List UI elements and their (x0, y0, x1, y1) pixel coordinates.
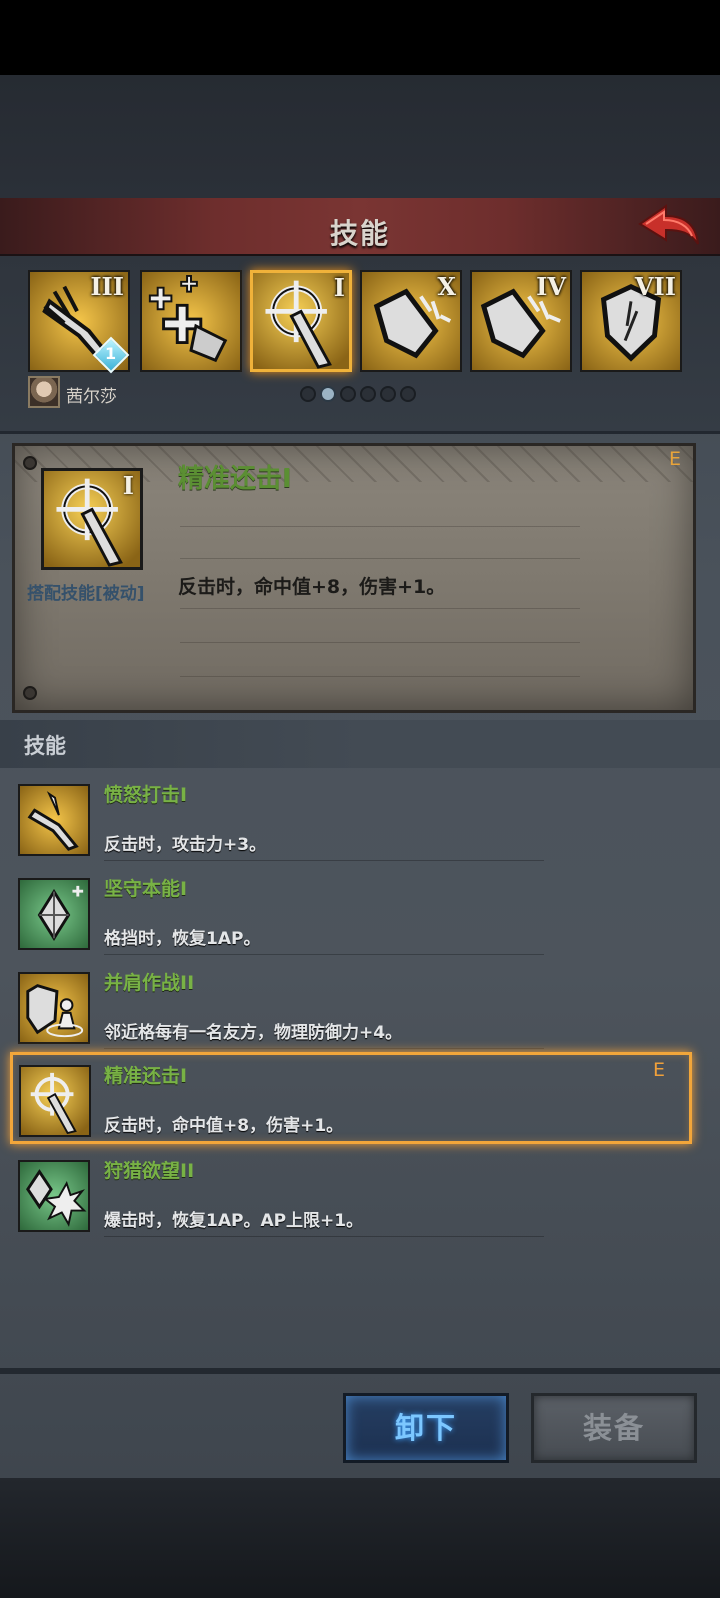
divider (180, 676, 580, 677)
skill-list-item[interactable]: 坚守本能I 格挡时，恢复1AP。 (8, 864, 708, 956)
skill-name: 并肩作战II (104, 972, 195, 994)
skill-slot-strip: III 1 I X IV VII 茜尔莎 (0, 256, 720, 434)
divider (104, 954, 544, 955)
page-dot-6[interactable] (400, 386, 416, 402)
skill-slot-4[interactable]: X (360, 270, 462, 372)
crosshair-sword-icon (19, 1065, 91, 1137)
page-indicator (300, 386, 420, 404)
bottom-background (0, 1478, 720, 1598)
divider (104, 1048, 544, 1049)
equipped-mark: E (652, 1059, 665, 1081)
status-bar-area (0, 0, 720, 75)
skill-list-item[interactable]: 狩猎欲望II 爆击时，恢复1AP。AP上限+1。 (8, 1146, 708, 1238)
rivet-icon (23, 686, 37, 700)
skill-description: 邻近格每有一名友方，物理防御力+4。 (104, 1023, 403, 1043)
background-dim (0, 75, 720, 198)
detail-skill-type: 搭配技能[被动] (27, 584, 145, 604)
detail-skill-name: 精准还击I (178, 464, 292, 494)
avatar[interactable] (28, 376, 60, 408)
skill-slot-5-level: IV (536, 272, 566, 301)
page-dot-2[interactable] (320, 386, 336, 402)
title-bar: 技能 (0, 198, 720, 256)
crystal-icon (18, 878, 90, 950)
rage-strike-icon (18, 784, 90, 856)
footer-divider (0, 1368, 720, 1374)
page-dot-5[interactable] (380, 386, 396, 402)
back-button[interactable] (636, 202, 702, 252)
detail-skill-level: I (122, 471, 134, 500)
detail-skill-icon: I (41, 468, 143, 570)
section-title: 技能 (24, 734, 66, 758)
skill-description: 反击时，命中值+8，伤害+1。 (104, 1116, 344, 1136)
divider (180, 526, 580, 527)
skill-name: 狩猎欲望II (104, 1160, 195, 1182)
skill-slot-4-level: X (437, 272, 456, 301)
skill-name: 愤怒打击I (104, 784, 188, 806)
divider (104, 860, 544, 861)
page-dot-4[interactable] (360, 386, 376, 402)
skill-slot-1-level: III (90, 272, 124, 301)
skill-list-item[interactable]: 愤怒打击I 反击时，攻击力+3。 (8, 770, 708, 862)
page-dot-3[interactable] (340, 386, 356, 402)
skill-name: 精准还击I (104, 1065, 188, 1087)
divider (104, 1236, 544, 1237)
skill-list-item-selected[interactable]: 精准还击I 反击时，命中值+8，伤害+1。 E (10, 1052, 692, 1144)
skill-description: 反击时，攻击力+3。 (104, 835, 267, 855)
skill-slot-6-level: VII (634, 272, 676, 301)
skill-name: 坚守本能I (104, 878, 188, 900)
skill-description: 爆击时，恢复1AP。AP上限+1。 (104, 1211, 364, 1231)
divider (180, 642, 580, 643)
unequip-button[interactable]: 卸下 (343, 1393, 509, 1463)
rivet-icon (23, 456, 37, 470)
skill-list-item[interactable]: 并肩作战II 邻近格每有一名友方，物理防御力+4。 (8, 958, 708, 1050)
skill-slot-1-badge: 1 (105, 344, 117, 363)
heal-plus-icon (142, 272, 240, 370)
skill-slot-1[interactable]: III 1 (28, 270, 130, 374)
skill-slot-6[interactable]: VII (580, 270, 682, 372)
detail-skill-description: 反击时，命中值+8，伤害+1。 (178, 576, 446, 598)
page-title: 技能 (329, 217, 390, 250)
skill-slot-2[interactable] (140, 270, 242, 372)
equip-button[interactable]: 装备 (531, 1393, 697, 1463)
skill-slot-3[interactable]: I (250, 270, 352, 372)
page-dot-1[interactable] (300, 386, 316, 402)
skill-slot-3-level: I (333, 273, 345, 302)
divider (180, 558, 580, 559)
section-header: 技能 (0, 720, 720, 768)
back-arrow-icon (638, 204, 699, 245)
skill-detail-card: I 搭配技能[被动] 精准还击I 反击时，命中值+8，伤害+1。 E (12, 443, 696, 713)
skill-description: 格挡时，恢复1AP。 (104, 929, 261, 949)
equipped-mark: E (668, 448, 681, 470)
character-name: 茜尔莎 (66, 387, 117, 407)
skill-slot-5[interactable]: IV (470, 270, 572, 372)
crystal-burst-icon (18, 1160, 90, 1232)
divider (180, 608, 580, 609)
shield-ally-icon (18, 972, 90, 1044)
